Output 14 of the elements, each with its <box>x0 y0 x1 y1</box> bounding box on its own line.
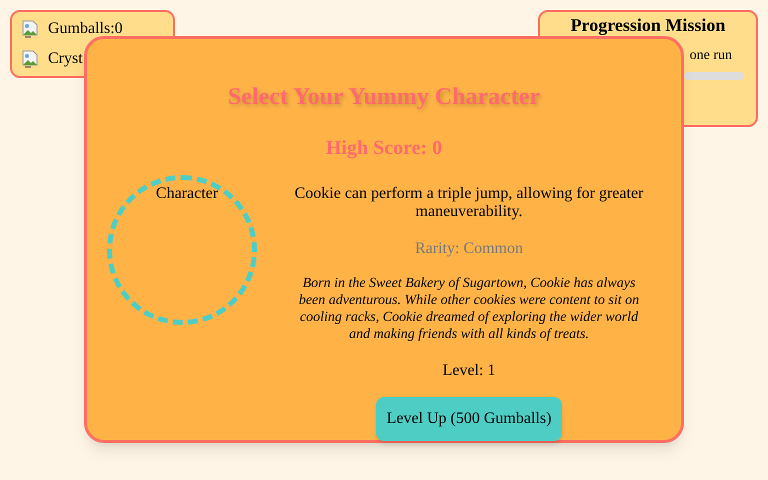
rarity-text: Rarity: Common <box>415 239 523 259</box>
level-text: Level: 1 <box>442 361 496 381</box>
broken-image-icon <box>22 50 38 68</box>
stat-text: Gumballs:0 <box>48 19 123 39</box>
character-alt-text: Character <box>156 184 218 204</box>
stat-text: Cryst <box>48 49 83 69</box>
modal-title: Select Your Yummy Character <box>228 83 540 112</box>
mission-description: one run <box>690 47 732 65</box>
story-text: Born in the Sweet Bakery of Sugartown, Cookie has always been adventurous. While other cookies were content to sit on cooling racks, Cookie dreamed of exploring the wider world and making friends with all kinds of treats. <box>298 275 640 343</box>
broken-image-icon <box>22 20 38 38</box>
ability-text: Cookie can perform a triple jump, allowing for greater maneuverability. <box>294 185 644 221</box>
high-score: High Score: 0 <box>326 136 442 161</box>
mission-title: Progression Mission <box>570 15 726 35</box>
level-up-button[interactable]: Level Up (500 Gumballs) <box>376 397 562 441</box>
